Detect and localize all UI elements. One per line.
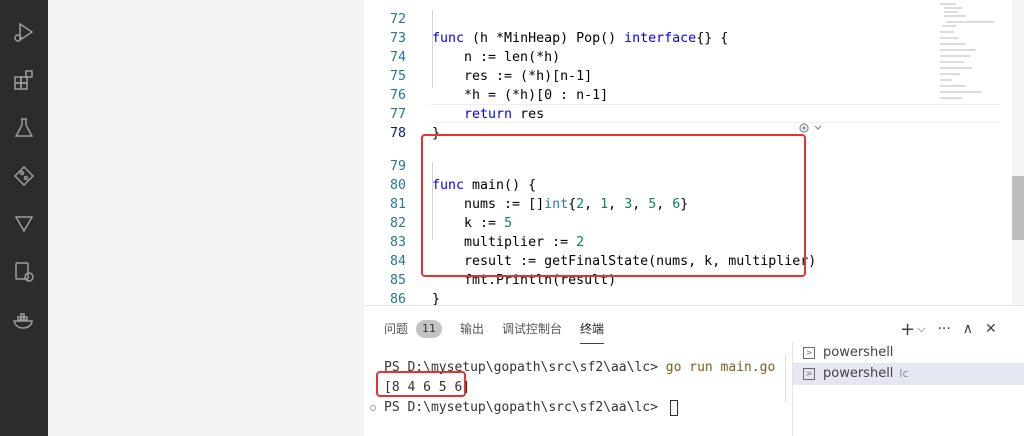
code-line[interactable]: 74 res := (*h)[n-1] (364, 29, 944, 84)
terminal[interactable]: PS D:\mysetup\gopath\src\sf2\aa\lc> go r… (364, 354, 784, 436)
bottom-panel: 问题 11 输出 调试控制台 终端 + ⌵ ··· ∧ ✕ PS D:\myse… (364, 305, 1024, 436)
panel-actions: + ⌵ ··· ∧ ✕ (900, 316, 997, 342)
editor-scrollbar-thumb[interactable] (1012, 176, 1024, 240)
terminal-cursor (669, 399, 678, 416)
code-line[interactable]: 76 return res (364, 67, 944, 122)
problems-count-badge: 11 (416, 320, 443, 338)
more-actions-icon[interactable]: ··· (937, 321, 950, 337)
filter-icon[interactable] (10, 210, 38, 238)
tab-terminal[interactable]: 终端 (580, 316, 605, 344)
tab-debug-console[interactable]: 调试控制台 (502, 316, 562, 342)
docker-icon[interactable] (10, 306, 38, 334)
code-editor[interactable]: 72 func (h *MinHeap) Pop() interface{} {… (364, 0, 1024, 305)
terminal-icon: > (803, 368, 815, 380)
terminal-command: go run main.go (665, 360, 776, 375)
code-line[interactable]: 72 func (h *MinHeap) Pop() interface{} { (364, 0, 944, 46)
terminal-list-label: powershell (823, 345, 894, 360)
terminal-list-item[interactable]: > powershell (793, 342, 1024, 364)
terminal-list-label: powershell (823, 366, 894, 381)
line-number: 86 (389, 292, 406, 305)
editor-scrollbar[interactable] (1012, 0, 1024, 305)
terminal-scrollbar[interactable] (785, 354, 786, 402)
new-terminal-icon[interactable]: + (900, 319, 915, 340)
remote-explorer-icon[interactable] (10, 258, 38, 286)
terminal-prompt: PS D:\mysetup\gopath\src\sf2\aa\lc> (384, 400, 666, 415)
extensions-icon[interactable] (10, 66, 38, 94)
activity-bar (0, 0, 48, 436)
minimap[interactable] (936, 0, 1012, 305)
code-text: } (432, 292, 441, 305)
panel-tabs: 问题 11 输出 调试控制台 终端 (384, 316, 622, 344)
output-highlight (376, 371, 466, 397)
close-panel-icon[interactable]: ✕ (985, 321, 997, 337)
maximize-panel-icon[interactable]: ∧ (963, 321, 973, 337)
terminal-tabs-list: > powershell > powershell lc (792, 342, 1024, 436)
code-line[interactable]: 77 } (364, 86, 944, 141)
run-debug-icon[interactable] (10, 18, 38, 46)
tab-output[interactable]: 输出 (460, 316, 484, 342)
git-graph-icon[interactable] (10, 162, 38, 190)
terminal-icon: > (803, 347, 815, 359)
code-line[interactable]: 78 (364, 105, 944, 141)
terminal-line: PS D:\mysetup\gopath\src\sf2\aa\lc> (384, 398, 678, 418)
testing-flask-icon[interactable] (10, 114, 38, 142)
main-function-highlight (421, 134, 806, 277)
side-bar (48, 0, 364, 436)
tab-problems[interactable]: 问题 (384, 316, 408, 342)
terminal-list-item[interactable]: > powershell lc (793, 363, 1024, 385)
code-line[interactable]: 75 *h = (*h)[0 : n-1] (364, 48, 944, 103)
terminal-list-tag: lc (899, 367, 909, 380)
code-line[interactable]: 73 n := len(*h) (364, 10, 944, 65)
terminal-command-decoration[interactable] (370, 405, 376, 411)
chevron-down-icon[interactable]: ⌵ (917, 322, 925, 336)
